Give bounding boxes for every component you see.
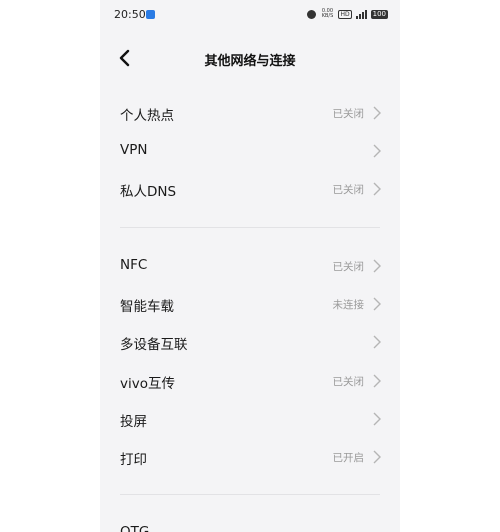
item-status: 未连接 [332, 299, 365, 311]
list-item-multi-device[interactable]: 多设备互联 [120, 327, 382, 357]
hd-icon: HD [338, 9, 352, 19]
section-divider [120, 494, 380, 495]
list-item-private-dns[interactable]: 私人DNS 已关闭 [120, 174, 382, 204]
item-label: 多设备互联 [120, 337, 188, 353]
battery-icon: 100 [370, 9, 388, 19]
item-status: 已关闭 [332, 108, 365, 120]
item-label: 个人热点 [120, 108, 174, 124]
list-item-print[interactable]: 打印 已开启 [120, 442, 382, 472]
item-status: 已关闭 [332, 376, 365, 388]
network-speed: 0.00 KB/S [320, 9, 334, 19]
navigation-bar: 其他网络与连接 [100, 40, 400, 76]
list-item-car[interactable]: 智能车载 未连接 [120, 289, 382, 319]
list-item-vpn[interactable]: VPN [120, 136, 382, 166]
item-label: OTG [120, 524, 150, 532]
item-label: 私人DNS [120, 184, 177, 200]
status-indicators: 0.00 KB/S HD 100 [307, 9, 388, 19]
chevron-right-icon [373, 144, 381, 158]
network-speed-unit: KB/S [321, 13, 334, 19]
list-item-hotspot[interactable]: 个人热点 已关闭 [120, 98, 382, 128]
alarm-icon [307, 9, 317, 19]
page-title: 其他网络与连接 [204, 54, 296, 69]
chevron-right-icon [373, 374, 381, 388]
item-label: 智能车载 [120, 299, 174, 315]
item-status: 已关闭 [332, 261, 365, 273]
list-item-vivo-share[interactable]: vivo互传 已关闭 [120, 366, 382, 396]
item-label: VPN [120, 142, 148, 158]
chevron-right-icon [373, 182, 381, 196]
status-bar: 20:50 0.00 KB/S HD 100 [100, 0, 400, 30]
item-status: 已关闭 [332, 184, 365, 196]
list-item-otg[interactable]: OTG [120, 518, 382, 532]
chevron-right-icon [373, 335, 381, 349]
item-label: vivo互传 [120, 376, 175, 392]
item-status: 已开启 [332, 452, 365, 464]
app-notification-icon [146, 10, 155, 19]
list-item-screen-cast[interactable]: 投屏 [120, 404, 382, 434]
item-label: 打印 [120, 452, 147, 468]
signal-icon [355, 9, 367, 19]
section-divider [120, 227, 380, 228]
chevron-right-icon [373, 297, 381, 311]
phone-screen: 20:50 0.00 KB/S HD 100 其他网络与连接 个人热点 已关闭 [100, 0, 400, 532]
item-label: NFC [120, 257, 148, 273]
list-item-nfc[interactable]: NFC 已关闭 [120, 251, 382, 281]
item-label: 投屏 [120, 414, 147, 430]
chevron-right-icon [373, 106, 381, 120]
chevron-right-icon [373, 259, 381, 273]
chevron-right-icon [373, 450, 381, 464]
status-time: 20:50 [114, 8, 146, 21]
chevron-right-icon [373, 412, 381, 426]
